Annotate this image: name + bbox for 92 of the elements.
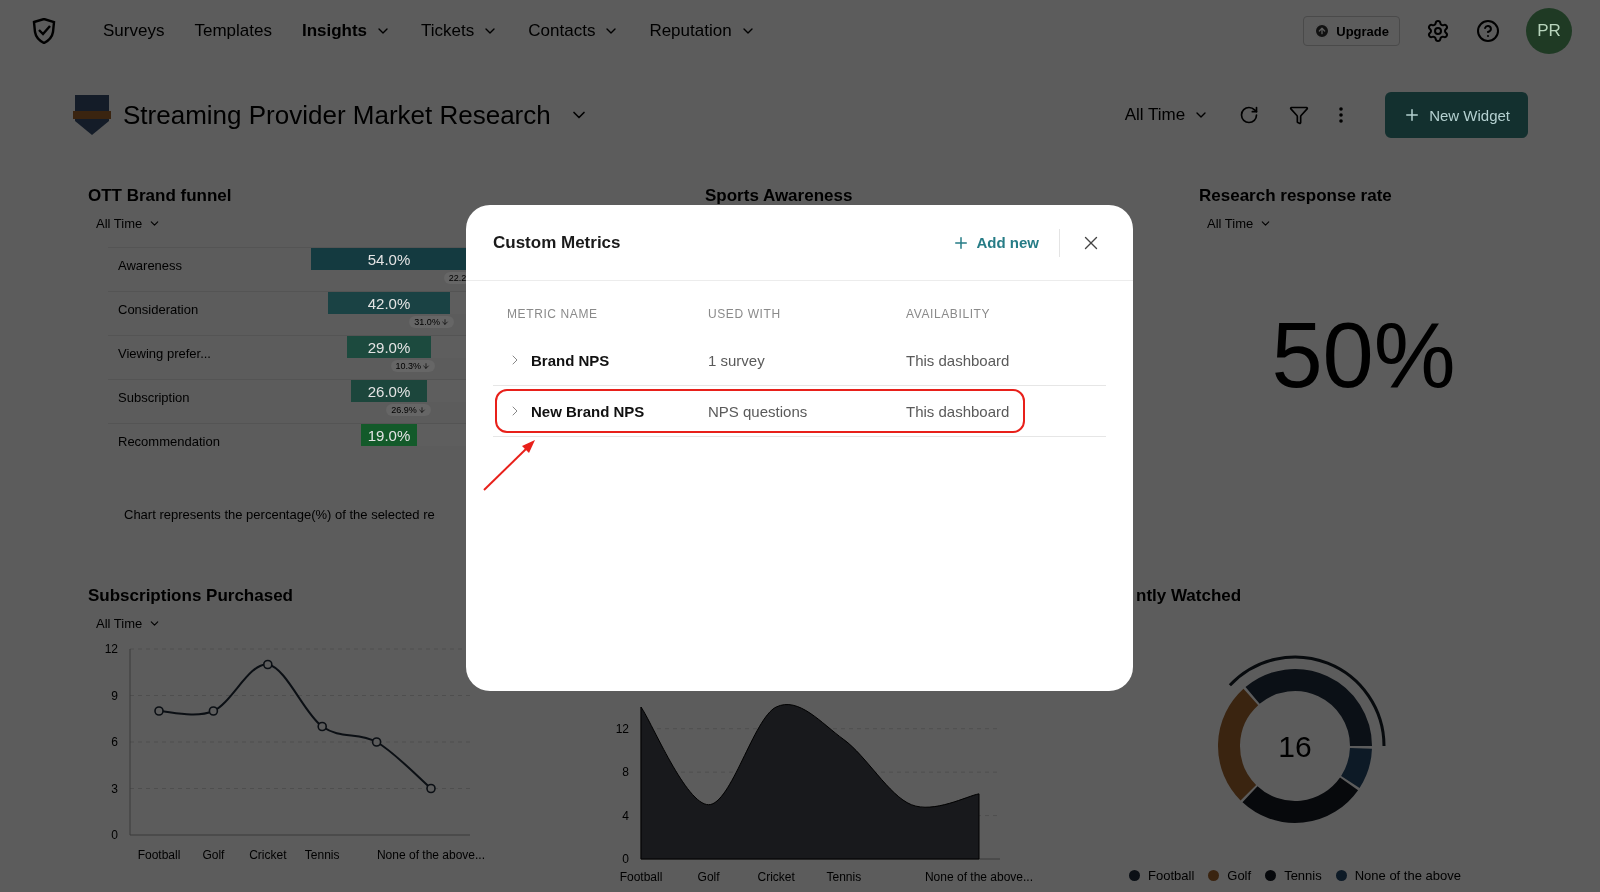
dashboard-title: Streaming Provider Market Research (123, 99, 551, 131)
metric-name: Brand NPS (531, 351, 610, 369)
new-widget-button[interactable]: New Widget (1385, 92, 1528, 138)
axis-label: 6 (111, 735, 118, 749)
data-point (426, 783, 436, 794)
axis-label: Tennis (826, 870, 862, 884)
axis-label: 0 (622, 852, 629, 866)
upgrade-button[interactable]: Upgrade (1303, 16, 1400, 46)
axis-label: Golf (697, 870, 720, 884)
axis-label: 0 (111, 828, 118, 842)
stage-label: Awareness (117, 257, 184, 275)
logo-icon[interactable] (31, 18, 57, 44)
axis-label: Golf (202, 848, 225, 862)
refresh-button[interactable] (1239, 105, 1260, 125)
legend-label: Golf (1227, 868, 1252, 883)
column-header: AVAILABILITY (906, 307, 992, 321)
legend-label: None of the above (1354, 868, 1461, 883)
stage-label: Viewing prefer... (117, 345, 212, 363)
axis-label: 4 (622, 808, 629, 823)
stage-label: Consideration (117, 301, 200, 319)
add-new-button[interactable]: Add new (951, 233, 1039, 252)
data-point (154, 706, 164, 716)
refresh-icon (1239, 105, 1260, 125)
filter-icon (1289, 105, 1310, 125)
period-select[interactable]: All Time (96, 616, 162, 631)
period-select[interactable]: All Time (96, 216, 162, 231)
axis-label: Football (137, 848, 181, 862)
nav-tab[interactable]: Contacts (528, 17, 620, 45)
dialog-title: Custom Metrics (493, 232, 621, 253)
drop-label: 26.9% (386, 404, 431, 416)
chart-note: Chart represents the percentage(%) of the selected re (124, 507, 436, 522)
funnel-bar: 29.0% (346, 336, 432, 358)
axis-label: 8 (622, 765, 629, 780)
period-select[interactable]: All Time (1207, 216, 1273, 231)
pointer-arrow (482, 438, 538, 492)
donut-total: 16 (1278, 730, 1312, 763)
funnel-bar: 54.0% (310, 248, 468, 270)
badge-icon (73, 93, 111, 137)
funnel-bar: 42.0% (328, 292, 450, 314)
arrow-down-icon (422, 362, 431, 370)
data-point (371, 737, 382, 747)
help-button[interactable] (1476, 19, 1500, 43)
legend-label: Football (1148, 868, 1195, 883)
column-header: USED WITH (708, 307, 782, 321)
response-rate-value: 50% (1271, 303, 1456, 408)
axis-label: None of the above... (924, 870, 1034, 884)
availability-cell-text: This dashboard (906, 402, 1011, 420)
widget-title: ntly Watched (1136, 586, 1243, 606)
settings-button[interactable] (1426, 19, 1450, 43)
axis-label: Tennis (304, 848, 340, 862)
metric-name: New Brand NPS (531, 402, 645, 420)
data-point (317, 721, 327, 732)
data-point (263, 659, 273, 670)
availability-cell-text: This dashboard (906, 351, 1011, 369)
axis-label: 9 (111, 688, 118, 703)
legend-label: Tennis (1284, 868, 1322, 883)
arrow-up-icon (1314, 23, 1331, 39)
arrow-down-icon (440, 318, 449, 326)
stage-label: Subscription (117, 389, 191, 407)
axis-label: Cricket (249, 848, 287, 862)
used-with-cell-text: NPS questions (708, 402, 809, 420)
widget-title: Subscriptions Purchased (88, 586, 294, 606)
nav-tab[interactable]: Templates (194, 17, 272, 45)
stage-label: Recommendation (117, 433, 221, 451)
period-select[interactable]: All Time (1124, 105, 1210, 125)
gear-icon (1426, 19, 1450, 43)
widget-title: OTT Brand funnel (88, 186, 233, 206)
axis-label: 3 (111, 781, 118, 796)
drop-label: 10.3% (390, 360, 436, 372)
nav-tab[interactable]: Reputation (649, 17, 756, 45)
used-with-cell-text: 1 survey (708, 351, 766, 369)
more-button[interactable] (1339, 107, 1344, 123)
axis-label: Football (619, 870, 663, 884)
drop-label: 31.0% (409, 316, 454, 328)
filter-button[interactable] (1289, 105, 1310, 125)
axis-label: 12 (615, 721, 629, 736)
nav-tab[interactable]: Tickets (421, 17, 499, 45)
widget-title: Research response rate (1199, 186, 1393, 206)
kebab-icon (1339, 107, 1344, 123)
user-avatar[interactable]: PR (1526, 8, 1572, 54)
arrow-down-icon (417, 406, 426, 414)
column-header: METRIC NAME (507, 307, 599, 321)
nav-tab[interactable]: Insights (301, 17, 392, 45)
nav-tab[interactable]: Surveys (103, 17, 165, 45)
funnel-bar: 26.0% (351, 380, 427, 402)
axis-label: Cricket (757, 870, 795, 884)
axis-label: None of the above... (376, 848, 486, 862)
funnel-bar: 19.0% (361, 424, 417, 446)
widget-title: Sports Awareness (705, 186, 854, 206)
axis-label: 12 (104, 642, 118, 656)
help-icon (1476, 19, 1500, 43)
data-point (208, 706, 219, 716)
